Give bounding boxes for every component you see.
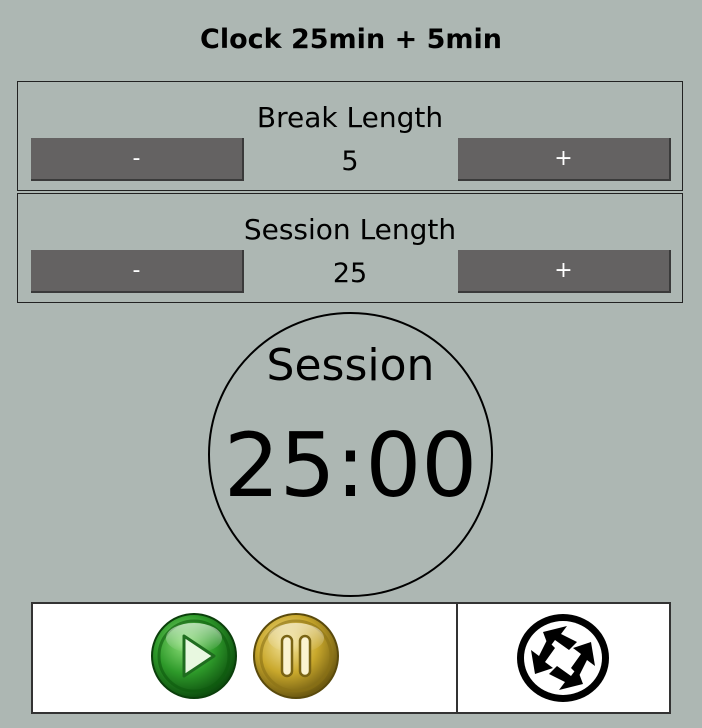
app-title: Clock 25min + 5min: [200, 24, 502, 55]
reset-icon[interactable]: [515, 612, 611, 704]
timer-label: Session: [266, 340, 435, 391]
timer-time: 25:00: [223, 414, 478, 517]
reset-control: [458, 602, 671, 714]
timer-display: Session 25:00: [208, 312, 493, 597]
break-length-panel: Break Length - 5 +: [17, 81, 683, 191]
break-length-label: Break Length: [256, 101, 444, 134]
session-increment-button[interactable]: +: [458, 250, 671, 293]
session-length-panel: Session Length - 25 +: [17, 193, 683, 303]
break-increment-button[interactable]: +: [458, 138, 671, 181]
playback-controls: [31, 602, 458, 714]
play-icon[interactable]: [150, 612, 238, 700]
session-length-label: Session Length: [243, 213, 457, 246]
pause-icon[interactable]: [252, 612, 340, 700]
